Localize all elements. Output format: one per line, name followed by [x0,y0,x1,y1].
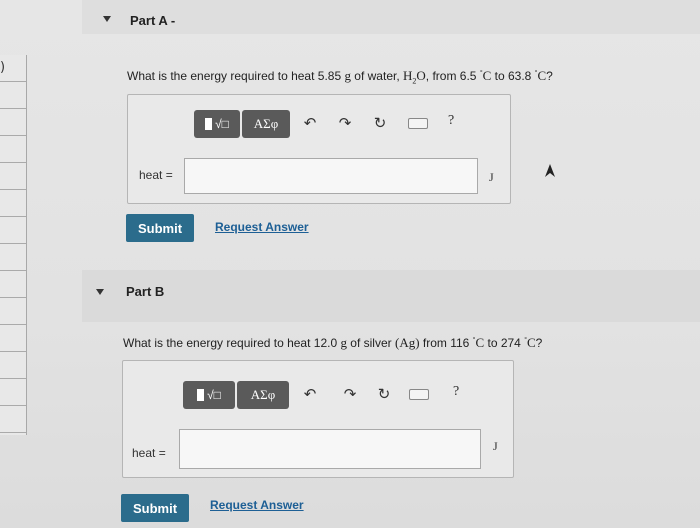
part-b-submit-button[interactable]: Submit [121,494,189,522]
part-b-help-icon[interactable]: ? [453,384,459,400]
part-b-title: Part B [126,284,165,299]
part-a-undo-icon[interactable]: ↶ [299,112,321,134]
left-table-strip [0,55,27,435]
part-a-template-square-icon [205,118,213,130]
part-a-keyboard-icon[interactable] [408,118,428,129]
part-b-answer-box: √□ ΑΣφ ↶ ↷ ↻ ? heat = J [122,360,514,478]
part-b-greek-button[interactable]: ΑΣφ [237,381,289,409]
part-b-reset-icon[interactable]: ↻ [373,383,395,405]
part-b-redo-icon[interactable]: ↷ [339,383,361,405]
part-a-math-toolbar: √□ ΑΣφ ↶ ↷ ↻ ? [194,110,504,138]
part-b-keyboard-icon[interactable] [409,389,429,400]
part-a-templates-button[interactable]: √□ [194,110,240,138]
part-a-title: Part A - [130,13,176,28]
part-b-templates-button[interactable]: √□ [183,381,235,409]
part-b-question: What is the energy required to heat 12.0… [123,335,543,350]
part-a-greek-button[interactable]: ΑΣφ [242,110,290,138]
part-b-heat-label: heat = [132,446,166,460]
part-b-math-toolbar: √□ ΑΣφ ↶ ↷ ↻ ? [183,381,503,409]
part-b-collapse-caret-icon[interactable] [96,289,104,295]
mouse-cursor-icon [545,164,555,177]
part-a-heat-input[interactable] [184,158,478,194]
part-b-header[interactable] [82,270,700,322]
part-a-unit: J [489,170,494,184]
part-a-collapse-caret-icon[interactable] [103,16,111,22]
part-b-unit: J [493,439,498,453]
part-a-heat-label: heat = [139,168,173,182]
part-b-request-answer-link[interactable]: Request Answer [210,498,304,512]
part-a-help-icon[interactable]: ? [448,113,454,129]
part-a-redo-icon[interactable]: ↷ [334,112,356,134]
part-a-reset-icon[interactable]: ↻ [369,112,391,134]
part-b-template-square-icon [197,389,205,401]
part-a-request-answer-link[interactable]: Request Answer [215,220,309,234]
part-a-answer-box: √□ ΑΣφ ↶ ↷ ↻ ? heat = J [127,94,511,204]
part-b-undo-icon[interactable]: ↶ [299,383,321,405]
left-paren-text: ) [0,60,6,75]
part-a-question: What is the energy required to heat 5.85… [127,68,553,86]
part-b-heat-input[interactable] [179,429,481,469]
part-a-submit-button[interactable]: Submit [126,214,194,242]
page: ) Part A - What is the energy required t… [0,0,700,528]
